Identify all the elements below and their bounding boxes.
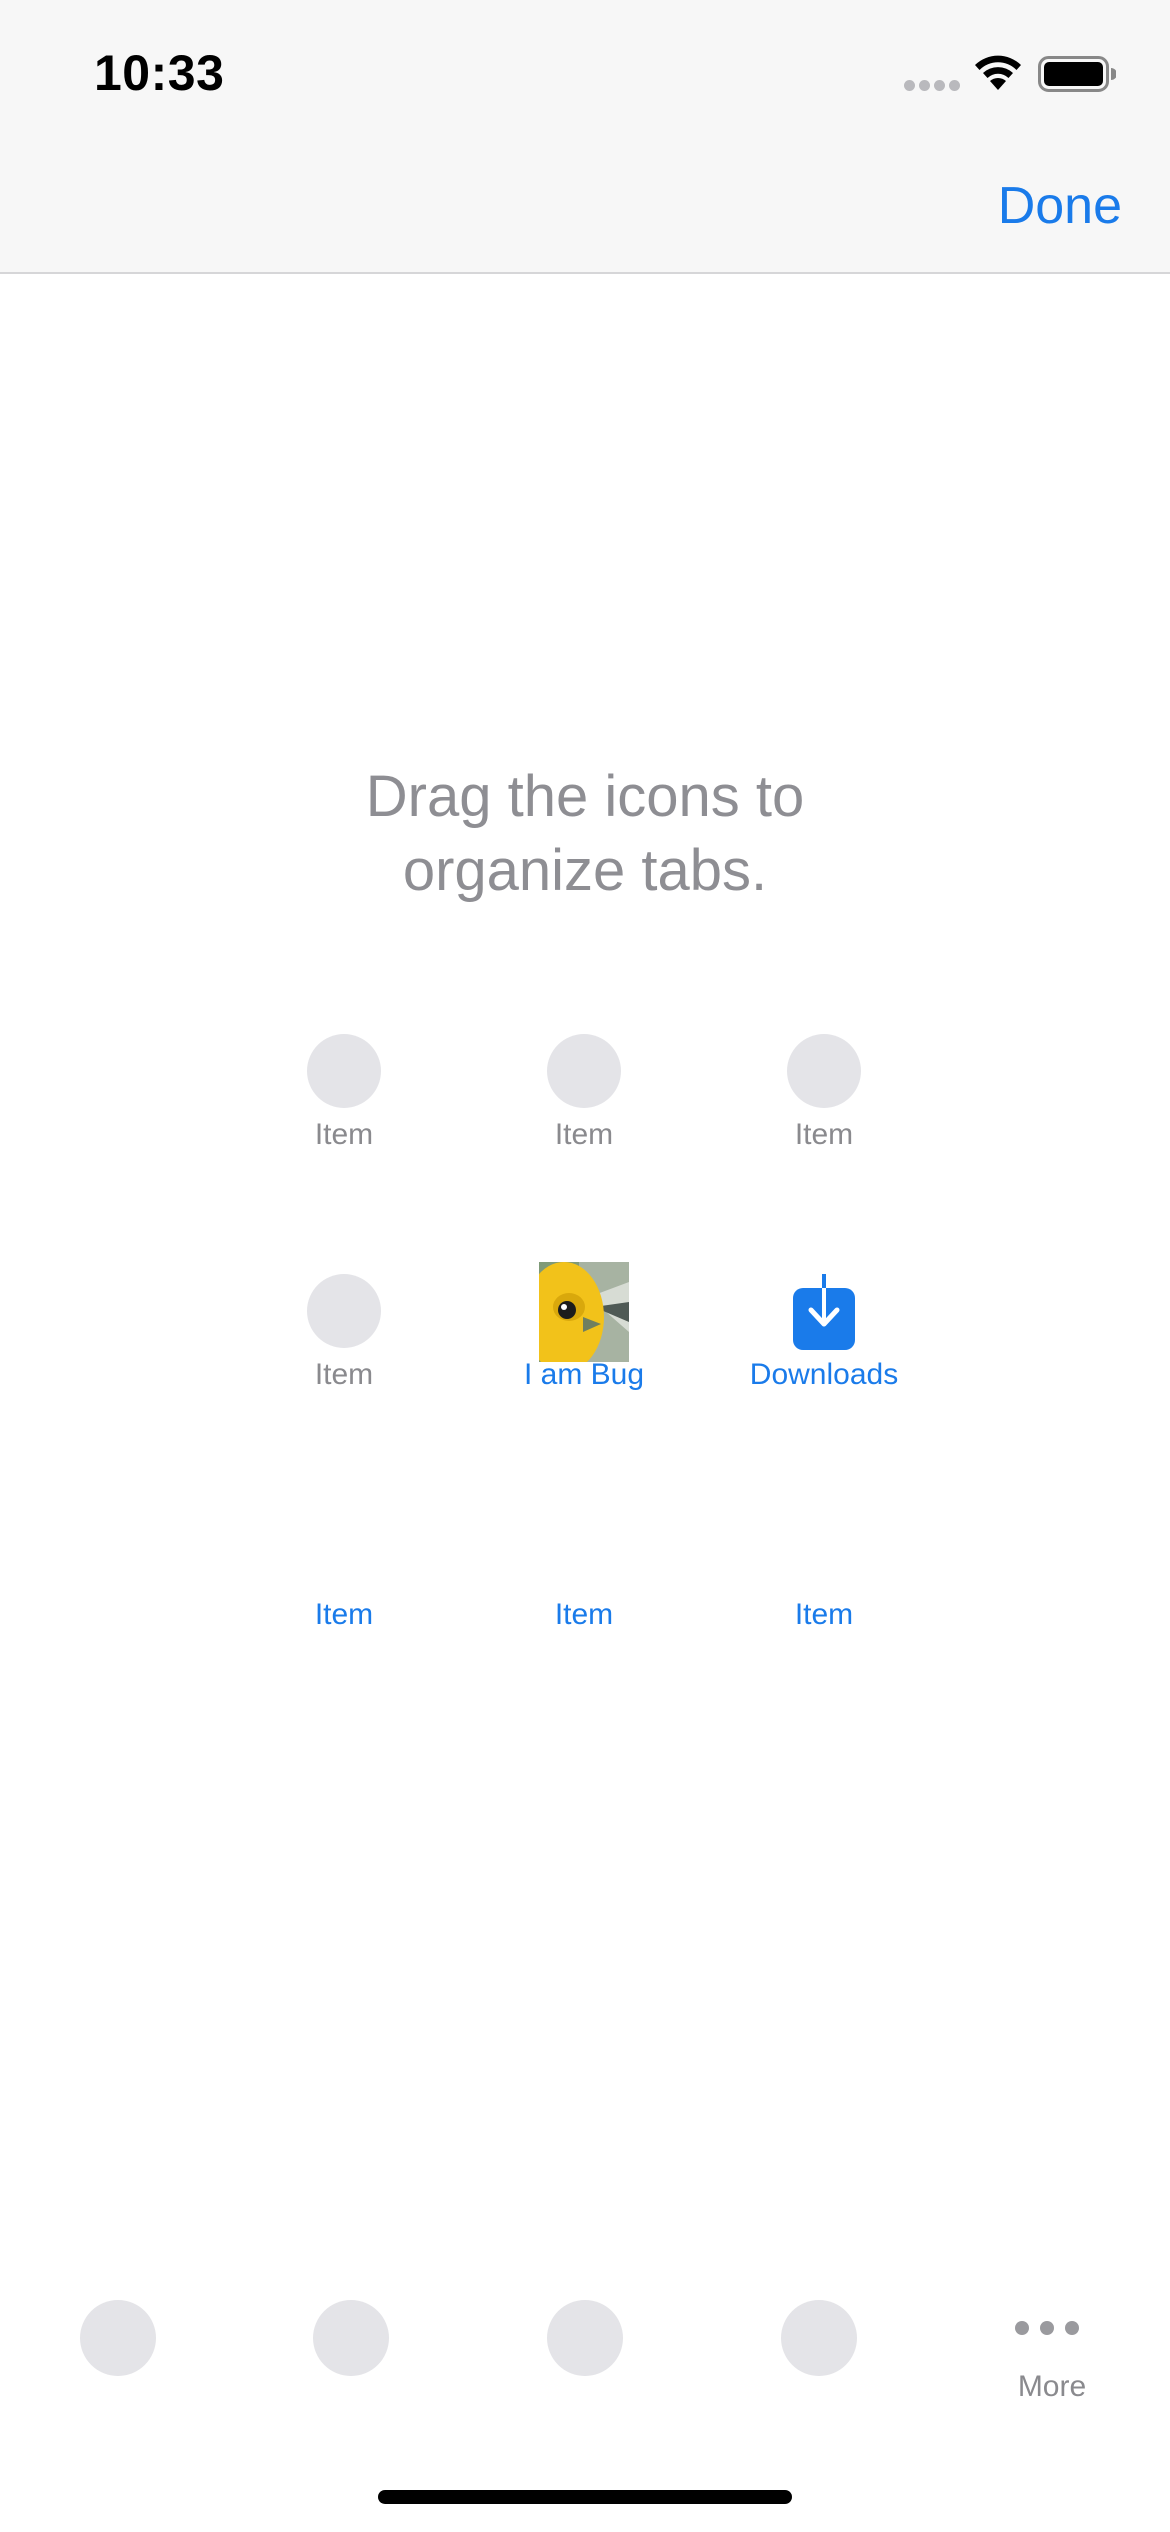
instruction-text: Drag the icons to organize tabs. (285, 760, 885, 908)
instruction-line-2: organize tabs. (402, 838, 768, 903)
grid-item-label: I am Bug (523, 1358, 645, 1391)
grid-item-label: Item (554, 1118, 614, 1151)
grid-item-9[interactable]: Item (714, 1478, 934, 1648)
grid-item-1[interactable]: Item (234, 998, 454, 1168)
grid-item-label: Item (314, 1598, 374, 1631)
tab-more-label: More (1017, 2370, 1087, 2403)
navigation-header: 10:33 Done (0, 0, 1170, 274)
home-indicator (378, 2490, 792, 2504)
download-icon (793, 1274, 855, 1350)
tab-more[interactable]: More (992, 2318, 1112, 2428)
placeholder-circle-icon (307, 1274, 381, 1348)
instruction-line-1: Drag the icons to (365, 764, 805, 829)
tab-slot-1[interactable] (80, 2300, 156, 2376)
grid-item-4[interactable]: Item (234, 1238, 454, 1408)
grid-item-label: Item (794, 1118, 854, 1151)
battery-icon (1038, 56, 1116, 92)
status-time: 10:33 (94, 45, 225, 101)
grid-item-label: Item (314, 1358, 374, 1391)
done-button[interactable]: Done (998, 176, 1122, 236)
ellipsis-icon (1015, 2321, 1079, 2335)
tab-slot-4[interactable] (781, 2300, 857, 2376)
placeholder-circle-icon (307, 1034, 381, 1108)
grid-item-bug[interactable]: I am Bug (474, 1262, 694, 1432)
tab-slot-2[interactable] (313, 2300, 389, 2376)
cellular-signal-icon (904, 80, 960, 92)
grid-item-label: Item (554, 1598, 614, 1631)
tab-slot-3[interactable] (547, 2300, 623, 2376)
grid-item-label: Item (794, 1598, 854, 1631)
grid-item-2[interactable]: Item (474, 998, 694, 1168)
grid-item-7[interactable]: Item (234, 1478, 454, 1648)
bug-thumbnail-image (539, 1262, 629, 1362)
grid-item-3[interactable]: Item (714, 998, 934, 1168)
grid-item-downloads[interactable]: Downloads (714, 1262, 934, 1432)
grid-item-label: Downloads (749, 1358, 899, 1391)
wifi-icon (975, 55, 1021, 90)
grid-item-label: Item (314, 1118, 374, 1151)
placeholder-circle-icon (547, 1034, 621, 1108)
placeholder-circle-icon (787, 1034, 861, 1108)
grid-item-8[interactable]: Item (474, 1478, 694, 1648)
